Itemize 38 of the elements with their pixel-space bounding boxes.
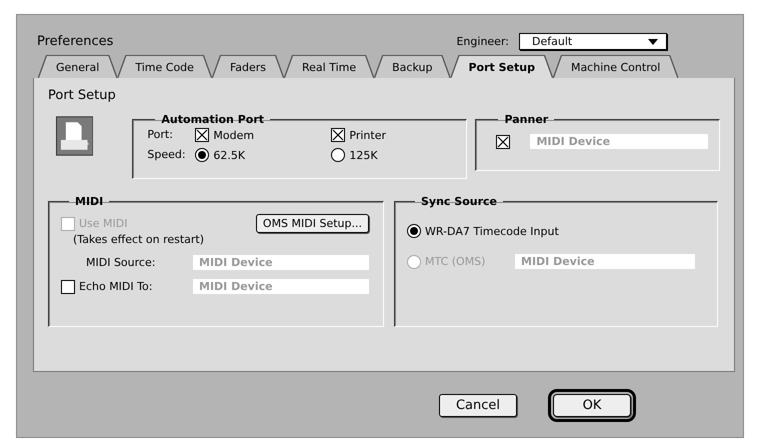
radio-button[interactable] [195,148,210,162]
checkbox-label: Use MIDI [79,217,128,230]
group-title: Sync Source [420,195,498,208]
port-label: Port: [147,128,174,142]
cancel-button[interactable]: Cancel [439,394,517,417]
radio-label: MTC (OMS) [425,255,486,268]
tab[interactable]: Time Code [118,56,211,78]
checkbox[interactable] [195,128,210,142]
tab[interactable]: Backup [375,56,450,78]
radio-label: 62.5K [213,148,246,162]
speed-label: Speed: [147,148,187,162]
group-title: Panner [503,113,550,126]
group-title: MIDI [74,195,104,208]
checkbox[interactable] [496,134,510,148]
note-text: (Takes effect on restart) [73,233,204,246]
checkbox[interactable] [61,280,75,294]
radio-label: 125K [349,148,378,162]
window-title: Preferences [37,34,114,49]
checkbox-label: Printer [349,128,386,142]
engineer-dropdown[interactable]: Default [519,33,667,50]
checkbox-label: Echo MIDI To: [79,280,152,293]
group-title: Automation Port [160,113,265,126]
radio-button[interactable] [331,148,346,162]
midi-source-label: MIDI Source: [85,256,156,269]
printer-icon [56,116,94,156]
caret-icon [648,38,658,44]
radio-label: WR-DA7 Timecode Input [425,224,559,238]
checkbox-label: Modem [213,128,254,142]
tab[interactable]: Machine Control [554,56,678,78]
checkbox[interactable] [331,128,346,142]
panel-title: Port Setup [48,88,117,103]
tab[interactable]: General [39,56,116,78]
radio-button[interactable] [407,224,421,238]
engineer-label: Engineer: [456,35,509,48]
tab[interactable]: Port Setup [451,56,552,78]
oms-setup-button[interactable]: OMS MIDI Setup... [256,214,369,233]
tab[interactable]: Real Time [285,56,374,78]
tab[interactable]: Faders [212,56,283,78]
